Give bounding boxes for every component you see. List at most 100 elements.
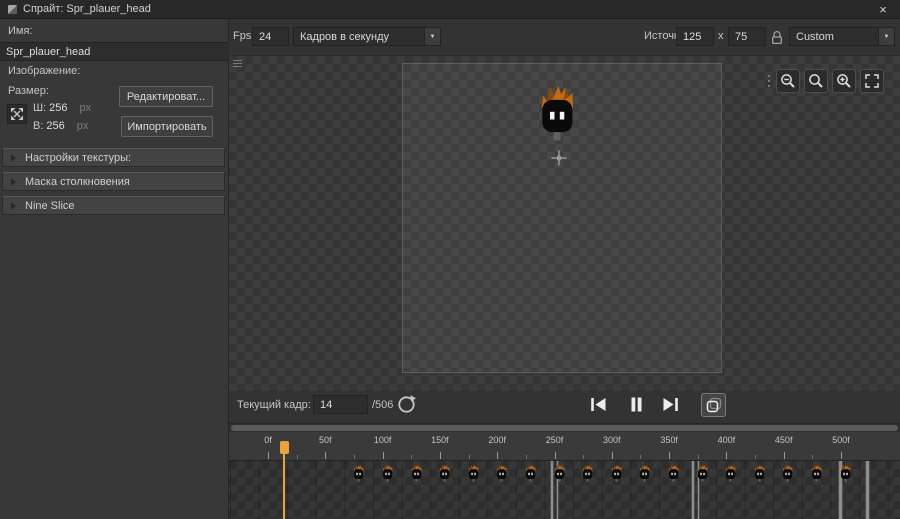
fps-mode-dropdown[interactable]: Кадров в секунду ▼	[293, 27, 441, 46]
section-bar-2[interactable]: Nine Slice	[2, 196, 225, 215]
tick-minor	[583, 455, 585, 459]
width-unit: px	[79, 102, 92, 114]
pause-icon	[631, 397, 641, 412]
import-button[interactable]: Импортировать	[121, 116, 213, 137]
sprite-art	[497, 464, 507, 482]
frame-thumbnail[interactable]	[495, 464, 508, 482]
tick-mark	[841, 452, 842, 459]
section-bar-1[interactable]: Маска столкновения	[2, 172, 225, 191]
zoom-toolbar-grip[interactable]	[768, 75, 770, 77]
canvas-menu-icon[interactable]	[233, 60, 242, 67]
origin-x-input[interactable]	[676, 27, 714, 46]
zoom-in-button[interactable]	[832, 69, 856, 93]
current-frame-input[interactable]	[313, 395, 368, 414]
tick-label: 500f	[832, 435, 850, 445]
skip-start-icon	[590, 398, 605, 411]
sprite-art	[382, 464, 393, 482]
tick-mark	[611, 452, 613, 459]
zoom-reset-button[interactable]	[804, 69, 828, 93]
sprite-editor-window: Спрайт: Spr_plauer_head × Имя: Изображен…	[0, 0, 900, 519]
timeline-ruler[interactable]: 0f 50f 100f 150f 200f 250f 300f 350f 400f 450f 500…	[229, 432, 900, 461]
frame-thumbnail[interactable]	[781, 464, 794, 482]
scrollbar-thumb[interactable]	[231, 425, 898, 431]
skip-to-start-button[interactable]	[588, 396, 608, 413]
tick-minor	[640, 455, 642, 459]
frame-thumbnail[interactable]	[581, 464, 594, 482]
frame-thumbnail[interactable]	[410, 464, 423, 482]
origin-separator: x	[718, 30, 724, 42]
fps-label: Fps	[233, 30, 252, 42]
sprite-art	[439, 464, 450, 482]
origin-y-input[interactable]	[728, 27, 766, 46]
current-frame-label: Текущий кадр:	[237, 399, 311, 411]
height-dimension: В: 256 px	[33, 120, 88, 132]
tick-minor	[812, 455, 814, 459]
resize-icon[interactable]	[7, 104, 27, 124]
lock-icon[interactable]	[769, 28, 785, 46]
padlock-glyph	[772, 30, 782, 44]
loop-icon	[398, 395, 416, 413]
chevron-down-icon[interactable]: ▼	[424, 28, 440, 45]
loop-toggle-button[interactable]	[396, 394, 417, 415]
frame-thumbnail[interactable]	[839, 464, 852, 482]
pause-button[interactable]	[626, 396, 646, 413]
tick-minor	[353, 455, 355, 459]
sprite-art	[840, 464, 851, 482]
origin-preset-dropdown[interactable]: Custom ▼	[789, 27, 895, 46]
tick-mark	[382, 452, 384, 459]
sprite-art	[354, 464, 364, 482]
chevron-down-icon[interactable]: ▼	[878, 28, 894, 45]
height-value: 256	[46, 120, 65, 132]
tick-minor	[296, 455, 298, 459]
section-list: Настройки текстуры: Маска столкновения Nin…	[2, 148, 225, 220]
frame-thumbnail[interactable]	[352, 464, 365, 482]
window-title: Спрайт: Spr_plauer_head	[23, 3, 151, 15]
playhead-handle[interactable]	[279, 441, 289, 454]
timeline-scrollbar[interactable]	[231, 425, 898, 431]
frame-thumbnail[interactable]	[610, 464, 623, 482]
section-label: Nine Slice	[25, 199, 75, 212]
film-strip[interactable]	[229, 461, 900, 519]
sprite-art	[754, 464, 765, 482]
tick-minor	[697, 455, 699, 459]
frame-thumbnail[interactable]	[724, 464, 737, 482]
expand-arrow-icon	[11, 202, 16, 210]
frame-thumbnail[interactable]	[524, 464, 537, 482]
frame-thumbnail[interactable]	[467, 464, 480, 482]
tick-minor	[525, 455, 527, 459]
sprite-art	[640, 464, 650, 482]
sprite-art	[525, 464, 536, 482]
sprite-canvas[interactable]	[229, 55, 900, 391]
frame-thumbnail[interactable]	[696, 464, 709, 482]
sprite-art	[582, 464, 593, 482]
tick-label: 400f	[717, 435, 736, 445]
sprite-art	[541, 85, 574, 141]
tick-mark	[439, 452, 441, 459]
sprite-name-input[interactable]	[0, 42, 229, 61]
zoom-out-button[interactable]	[776, 69, 800, 93]
frame-thumbnail[interactable]	[638, 464, 651, 482]
width-label: Ш:	[33, 102, 47, 114]
height-unit: px	[76, 120, 89, 132]
frame-thumbnail[interactable]	[810, 464, 823, 482]
frame-thumbnail[interactable]	[667, 464, 680, 482]
onion-skin-button[interactable]	[701, 393, 726, 417]
origin-crosshair-icon[interactable]	[551, 150, 567, 166]
skip-to-end-button[interactable]	[660, 396, 680, 413]
section-bar-0[interactable]: Настройки текстуры:	[2, 148, 225, 167]
sprite-art	[811, 464, 822, 482]
frame-thumbnail[interactable]	[438, 464, 451, 482]
tick-label: 50f	[319, 435, 332, 445]
frame-thumbnail[interactable]	[381, 464, 394, 482]
frame-thumbnail[interactable]	[753, 464, 766, 482]
close-icon[interactable]: ×	[874, 2, 892, 17]
frame-thumbnail[interactable]	[553, 464, 566, 482]
section-label: Настройки текстуры:	[25, 151, 132, 164]
tick-label: 450f	[774, 435, 793, 445]
title-bar[interactable]: Спрайт: Spr_plauer_head ×	[0, 0, 900, 19]
fps-input[interactable]	[252, 27, 289, 46]
fit-window-icon	[865, 74, 879, 88]
zoom-fit-button[interactable]	[860, 69, 884, 93]
edit-image-button[interactable]: Редактироват...	[119, 86, 213, 107]
tick-mark	[726, 452, 728, 459]
